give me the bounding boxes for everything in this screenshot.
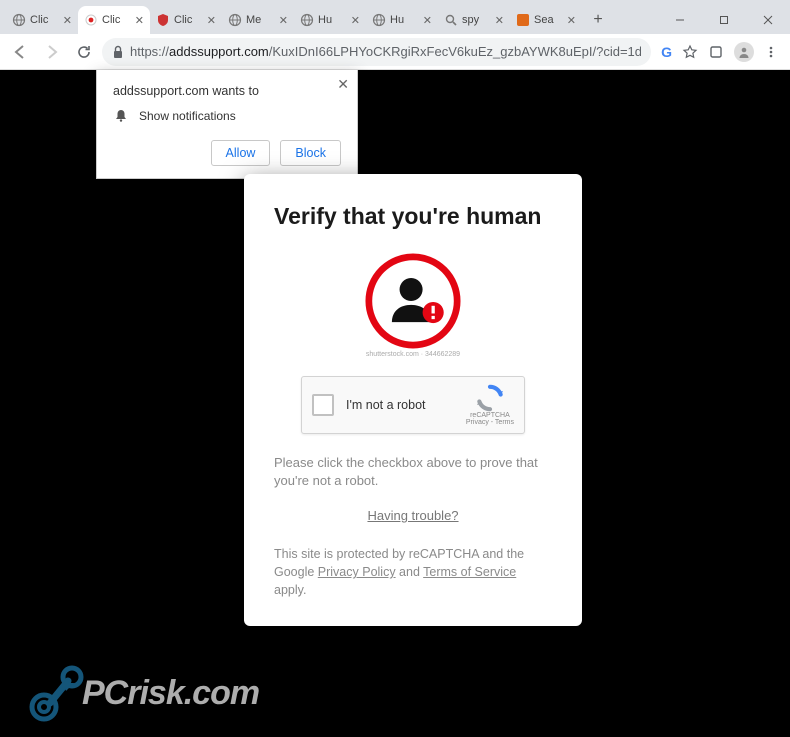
tab-close-icon[interactable]: ✕	[423, 14, 432, 27]
tab-title: Clic	[102, 14, 133, 26]
permission-item-label: Show notifications	[139, 109, 236, 123]
terms-of-service-link[interactable]: Terms of Service	[423, 565, 516, 579]
recaptcha-checkbox[interactable]	[312, 394, 334, 416]
block-button[interactable]: Block	[280, 140, 341, 166]
address-bar[interactable]: https:// addssupport.com /KuxIDnI66LPHYo…	[102, 38, 651, 66]
browser-tab[interactable]: Clic✕	[6, 6, 78, 34]
tab-close-icon[interactable]: ✕	[567, 14, 576, 27]
recaptcha-widget: I'm not a robot reCAPTCHA Privacy - Term…	[301, 376, 525, 434]
url-host: addssupport.com	[169, 44, 269, 59]
image-credit: shutterstock.com · 344662289	[366, 351, 460, 358]
close-window-button[interactable]	[746, 6, 790, 34]
recaptcha-legal: Privacy - Terms	[466, 419, 514, 426]
watermark: PCrisk.com	[20, 663, 259, 723]
browser-tab[interactable]: spy✕	[438, 6, 510, 34]
browser-tab[interactable]: Hu✕	[294, 6, 366, 34]
window-controls	[658, 6, 790, 34]
browser-tab[interactable]: Clic✕	[150, 6, 222, 34]
menu-dots-icon[interactable]	[764, 45, 778, 59]
browser-tab[interactable]: Sea✕	[510, 6, 582, 34]
recaptcha-logo-icon	[476, 384, 504, 412]
browser-tab[interactable]: Me✕	[222, 6, 294, 34]
legal-text: This site is protected by reCAPTCHA and …	[274, 545, 552, 599]
close-icon[interactable]: ✕	[337, 76, 349, 93]
url-path: /KuxIDnI66LPHYoCKRgiRxFecV6kuEz_gzbAYWK8…	[269, 44, 641, 59]
watermark-text: PCrisk.com	[82, 674, 259, 713]
globe-icon	[372, 13, 386, 27]
address-bar-row: https:// addssupport.com /KuxIDnI66LPHYo…	[0, 34, 790, 70]
recaptcha-badge: reCAPTCHA Privacy - Terms	[466, 384, 514, 426]
toolbar-right: G	[655, 42, 784, 62]
bell-icon	[113, 108, 129, 124]
globe-icon	[300, 13, 314, 27]
browser-tab[interactable]: Hu✕	[366, 6, 438, 34]
tab-title: Hu	[318, 14, 349, 26]
browser-tab[interactable]: Clic✕	[78, 6, 150, 34]
reload-button[interactable]	[70, 38, 98, 66]
tab-close-icon[interactable]: ✕	[63, 14, 72, 27]
orange-icon	[516, 13, 530, 27]
legal-mid: and	[396, 565, 424, 579]
back-button[interactable]	[6, 38, 34, 66]
notification-permission-dialog: ✕ addssupport.com wants to Show notifica…	[96, 70, 358, 179]
minimize-button[interactable]	[658, 6, 702, 34]
page-viewport: ✕ addssupport.com wants to Show notifica…	[0, 70, 790, 737]
search-icon	[444, 13, 458, 27]
maximize-button[interactable]	[702, 6, 746, 34]
tab-title: spy	[462, 14, 493, 26]
verify-instruction: Please click the checkbox above to prove…	[274, 454, 552, 490]
badge-icon	[156, 13, 170, 27]
forward-button[interactable]	[38, 38, 66, 66]
person-alert-icon	[365, 253, 461, 349]
tab-strip: Clic✕Clic✕Clic✕Me✕Hu✕Hu✕spy✕Sea✕ +	[0, 0, 790, 34]
verify-card: Verify that you're human shutterstock.co…	[244, 174, 582, 626]
tab-title: Me	[246, 14, 277, 26]
recaptcha-label: I'm not a robot	[346, 398, 466, 412]
tab-title: Clic	[30, 14, 61, 26]
url-scheme: https://	[130, 44, 169, 59]
legal-suffix: apply.	[274, 583, 306, 597]
browser-chrome: Clic✕Clic✕Clic✕Me✕Hu✕Hu✕spy✕Sea✕ +	[0, 0, 790, 70]
new-tab-button[interactable]: +	[586, 8, 610, 32]
lock-icon	[112, 45, 124, 59]
bookmark-star-icon[interactable]	[682, 44, 698, 60]
tab-close-icon[interactable]: ✕	[279, 14, 288, 27]
verify-title: Verify that you're human	[274, 202, 552, 231]
watermark-logo-icon	[20, 663, 90, 723]
allow-button[interactable]: Allow	[211, 140, 271, 166]
tab-close-icon[interactable]: ✕	[495, 14, 504, 27]
search-engine-icon[interactable]: G	[661, 44, 672, 60]
permission-host-line: addssupport.com wants to	[113, 84, 341, 98]
profile-avatar-icon[interactable]	[734, 42, 754, 62]
tab-close-icon[interactable]: ✕	[207, 14, 216, 27]
red-dot-icon	[84, 13, 98, 27]
permission-item: Show notifications	[113, 108, 341, 124]
privacy-policy-link[interactable]: Privacy Policy	[318, 565, 396, 579]
globe-icon	[12, 13, 26, 27]
globe-icon	[228, 13, 242, 27]
tab-close-icon[interactable]: ✕	[135, 14, 144, 27]
tab-title: Clic	[174, 14, 205, 26]
tab-title: Sea	[534, 14, 565, 26]
verify-icon-wrap: shutterstock.com · 344662289	[274, 253, 552, 358]
having-trouble-link[interactable]: Having trouble?	[274, 508, 552, 523]
recaptcha-name: reCAPTCHA	[470, 412, 510, 419]
tab-close-icon[interactable]: ✕	[351, 14, 360, 27]
extensions-icon[interactable]	[708, 44, 724, 60]
tab-title: Hu	[390, 14, 421, 26]
